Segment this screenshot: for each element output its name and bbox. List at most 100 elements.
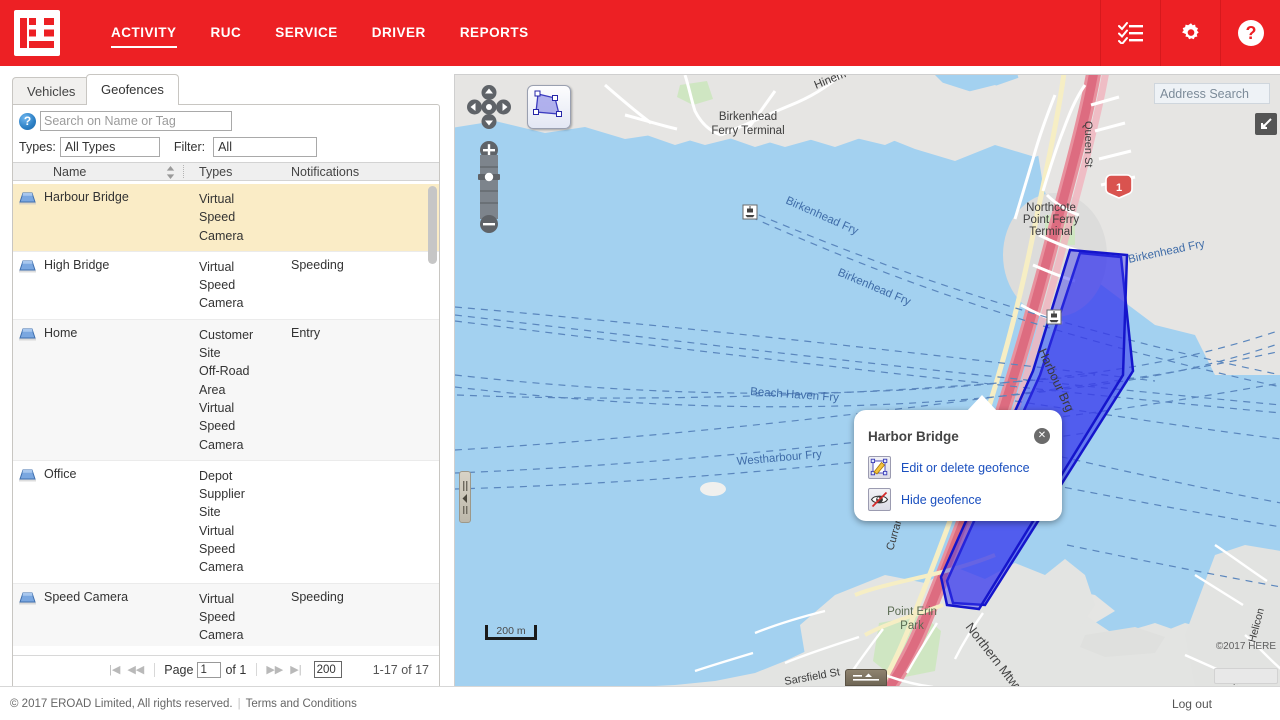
table-scrollbar-thumb[interactable] [428, 186, 437, 264]
column-divider [183, 165, 184, 178]
ferry-terminal-marker [742, 204, 758, 220]
pager-page-size-input[interactable] [313, 661, 342, 678]
settings-button[interactable] [1160, 0, 1220, 66]
gear-icon [1181, 23, 1199, 40]
table-row[interactable]: High Bridge Virtual Speed Camera Speedin… [13, 252, 439, 320]
terms-link[interactable]: Terms and Conditions [246, 698, 357, 710]
tab-geofences[interactable]: Geofences [86, 74, 179, 105]
column-header-types-label: Types [199, 165, 233, 179]
app-header: ACTIVITY RUC SERVICE DRIVER REPORTS ? [0, 0, 1280, 66]
map-label: Birkenhead [719, 111, 777, 123]
nav-item-reports[interactable]: REPORTS [443, 0, 546, 66]
pager-prev-button[interactable]: ◀◀ [127, 663, 144, 676]
checklist-button[interactable] [1100, 0, 1160, 66]
search-input[interactable] [40, 111, 232, 131]
types-select[interactable] [59, 137, 160, 157]
geofence-icon [19, 592, 36, 605]
popup-edit-geofence-action[interactable]: Edit or delete geofence [868, 456, 1030, 479]
pager-next-button[interactable]: ▶▶ [266, 663, 283, 676]
table-scrollbar[interactable] [428, 186, 437, 644]
cell-name: Home [13, 320, 193, 460]
column-header-types[interactable]: Types [193, 163, 285, 180]
popup-hide-label: Hide geofence [901, 492, 982, 507]
copyright-text: © 2017 EROAD Limited, All rights reserve… [10, 697, 233, 710]
table-row[interactable]: Harbour Bridge Virtual Speed Camera [13, 184, 439, 252]
filter-row: Types: Filter: [13, 133, 439, 162]
tab-vehicles[interactable]: Vehicles [12, 77, 91, 105]
cell-notifications [285, 184, 415, 251]
nav-item-driver[interactable]: DRIVER [355, 0, 443, 66]
popup-hide-geofence-action[interactable]: Hide geofence [868, 488, 982, 511]
footer-separator: | [237, 697, 241, 710]
pager-first-button[interactable]: |◀ [109, 663, 120, 676]
panel-collapse-handle[interactable] [459, 471, 471, 523]
geofence-name: Home [44, 325, 78, 340]
ferry-terminal-marker-2 [1046, 309, 1062, 325]
terrain-layers-icon [853, 673, 879, 681]
pager-page-input[interactable] [197, 661, 222, 678]
map-canvas[interactable]: 1 Birkenhead Ferry Terminal Hinem Queen … [454, 74, 1280, 686]
pager-page-label: Page [154, 662, 193, 677]
help-button[interactable]: ? [1220, 0, 1280, 66]
main-nav: ACTIVITY RUC SERVICE DRIVER REPORTS [94, 0, 546, 66]
search-help-icon[interactable]: ? [19, 112, 36, 130]
map-horizontal-scrollbar[interactable] [1214, 668, 1278, 684]
geofence-icon [19, 469, 36, 482]
polygon-icon [533, 90, 562, 117]
map-zoom-control[interactable] [474, 141, 504, 233]
cell-notifications: Entry [291, 325, 321, 340]
cell-name: Harbour Bridge [13, 184, 193, 251]
left-panel: Vehicles Geofences ? Types: Filter: Name [0, 66, 452, 706]
column-header-name-label: Name [53, 165, 87, 179]
geofence-name: Harbour Bridge [44, 190, 129, 204]
fullscreen-button[interactable] [1255, 113, 1277, 135]
table-row[interactable]: Speed Camera Virtual Speed Camera Speedi… [13, 583, 439, 646]
app-root: ACTIVITY RUC SERVICE DRIVER REPORTS ? Ve… [0, 0, 1280, 720]
cell-types: Virtual Speed Camera [199, 192, 244, 243]
geofence-icon [19, 260, 36, 273]
highway-shield-1: 1 [1105, 174, 1133, 199]
eroad-logo[interactable] [14, 10, 60, 56]
header-actions: ? [1100, 0, 1280, 66]
cell-name: High Bridge [13, 252, 193, 319]
edit-polygon-icon [868, 456, 891, 479]
map-tiles: 1 Birkenhead Ferry Terminal Hinem Queen … [455, 75, 1280, 686]
cell-name: Office [13, 461, 193, 583]
cell-notifications [285, 461, 415, 583]
filter-select[interactable] [213, 137, 318, 157]
geofence-icon [19, 328, 36, 341]
pager-of-label: of 1 [225, 662, 247, 677]
geofence-name: Speed Camera [44, 589, 129, 604]
column-header-notifications[interactable]: Notifications [285, 163, 405, 180]
map-label: Point Erin [887, 606, 937, 618]
table-row[interactable]: Office Depot Supplier Site Virtual Speed… [13, 461, 439, 584]
map-label: Park [900, 620, 924, 632]
popup-close-button[interactable]: ✕ [1034, 428, 1050, 444]
logout-link[interactable]: Log out [1172, 697, 1212, 711]
pager-nav-buttons: |◀ ◀◀ [109, 663, 144, 676]
map-layers-button[interactable] [845, 669, 887, 686]
map-scale-bar: 200 m [485, 625, 537, 640]
geofence-name: High Bridge [44, 257, 110, 272]
table-pager: |◀ ◀◀ Page of 1 ▶▶ ▶| 1-17 of 17 [13, 655, 439, 683]
address-search-input[interactable]: Address Search [1154, 83, 1270, 104]
search-row: ? [13, 105, 439, 133]
nav-item-activity[interactable]: ACTIVITY [94, 0, 194, 66]
map-pan-control[interactable] [467, 85, 511, 129]
column-header-name[interactable]: Name [13, 163, 193, 180]
geofences-table: Harbour Bridge Virtual Speed Camera High… [13, 184, 439, 646]
map-label: Northcote [1026, 202, 1076, 214]
map-scale-label: 200 m [496, 625, 526, 637]
svg-text:?: ? [1245, 23, 1256, 43]
cell-types: Depot Supplier Site Virtual Speed Camera [199, 468, 245, 575]
pager-last-button[interactable]: ▶| [290, 663, 301, 676]
filter-label: Filter: [173, 140, 206, 154]
geofence-name: Office [44, 466, 77, 481]
nav-item-service[interactable]: SERVICE [258, 0, 355, 66]
types-label: Types: [19, 140, 56, 154]
nav-item-ruc[interactable]: RUC [194, 0, 259, 66]
table-row[interactable]: Home Customer Site Off-Road Area Virtual… [13, 319, 439, 461]
draw-polygon-tool-button[interactable] [527, 85, 571, 129]
column-header-notifications-label: Notifications [291, 165, 360, 179]
table-header: Name Types Notifications [13, 162, 439, 181]
